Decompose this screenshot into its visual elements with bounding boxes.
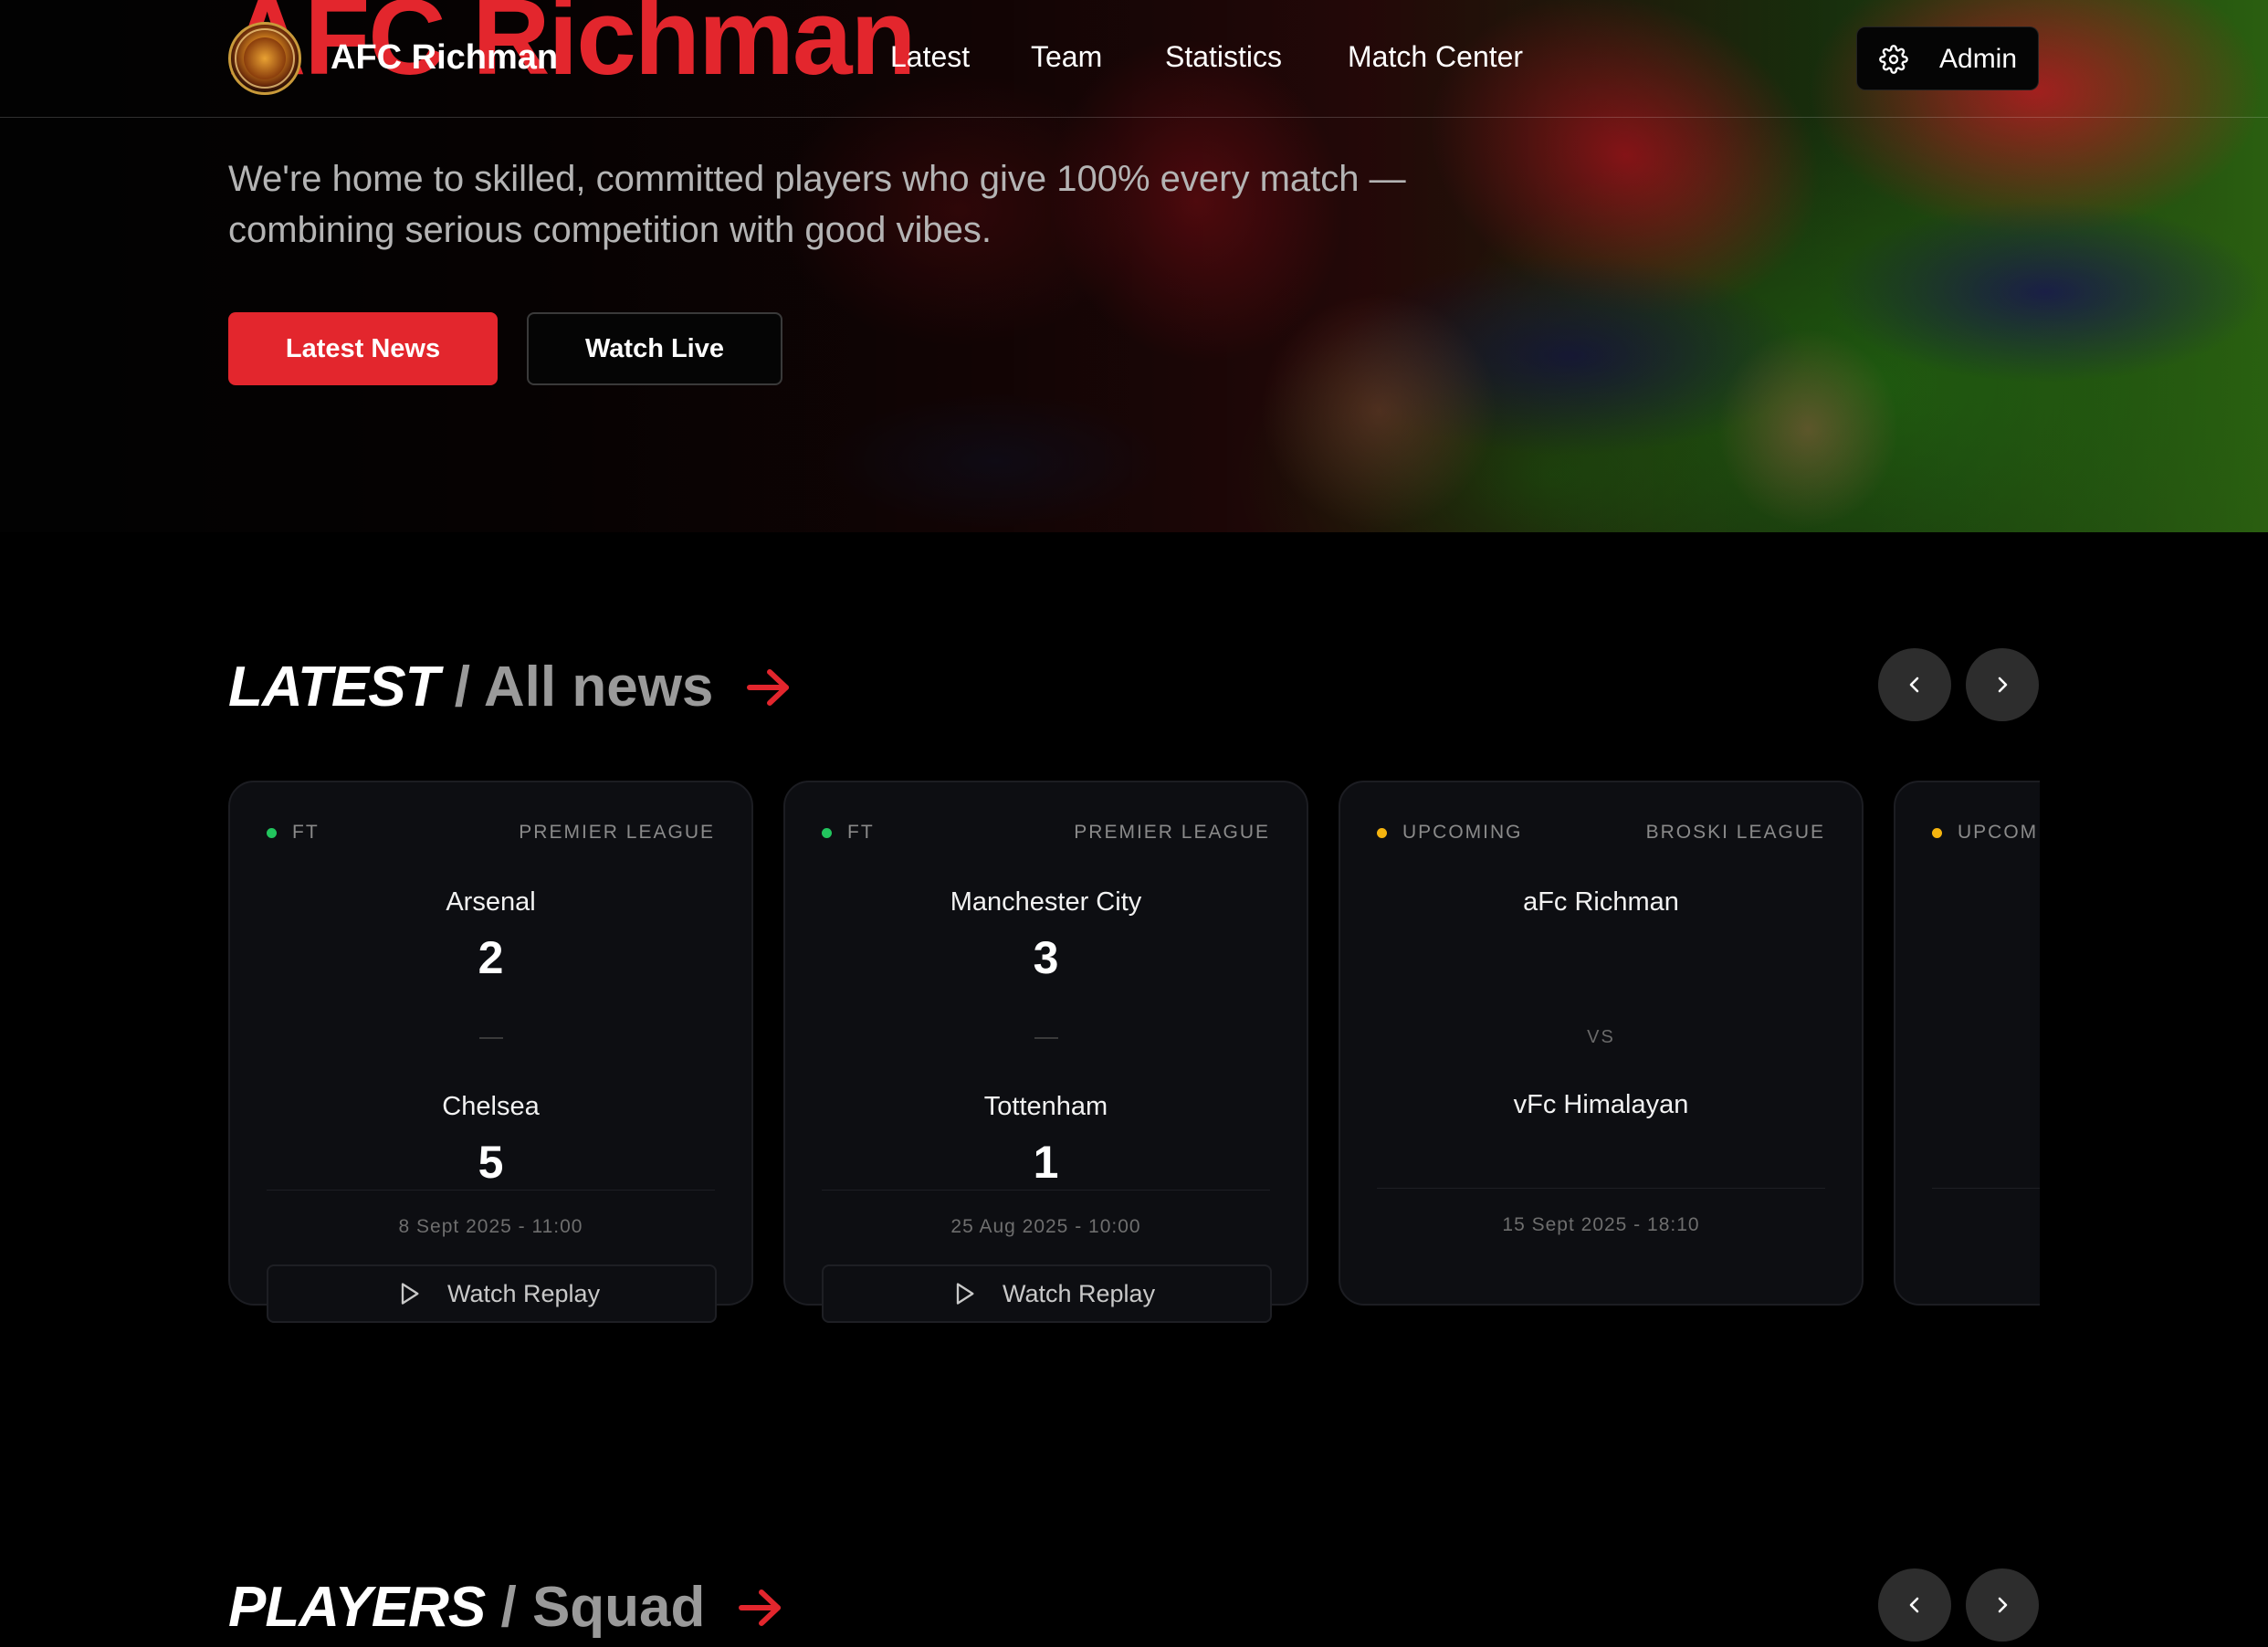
players-heading: PLAYERS / Squad — [228, 1579, 783, 1636]
latest-news-button[interactable]: Latest News — [228, 312, 498, 385]
status-dot — [1377, 828, 1387, 838]
latest-heading: LATEST / All news — [228, 659, 792, 716]
hero-subtitle: We're home to skilled, committed players… — [228, 159, 1406, 250]
match-status: UPCOMING — [1402, 822, 1523, 843]
match-status: FT — [847, 822, 875, 843]
home-score: 2 — [478, 932, 504, 983]
home-team: aFc Richman — [1523, 887, 1679, 917]
home-team: Arsenal — [446, 887, 536, 917]
match-card[interactable]: FT PREMIER LEAGUE Arsenal 2 Chelsea 5 8 … — [228, 781, 753, 1323]
play-icon — [401, 1283, 419, 1305]
versus-label: VS — [1587, 1027, 1615, 1047]
chevron-right-icon — [1998, 1597, 2008, 1613]
gear-icon — [1879, 45, 1908, 74]
status-dot — [1932, 828, 1942, 838]
away-score: 5 — [478, 1137, 504, 1188]
watch-live-button[interactable]: Watch Live — [527, 312, 782, 385]
away-team: vFc Himalayan — [1513, 1090, 1689, 1119]
match-date: 15 Sept 2025 - 18:10 — [1502, 1214, 1700, 1235]
nav-link-latest[interactable]: Latest — [890, 40, 970, 74]
latest-prev-button[interactable] — [1878, 648, 1951, 721]
players-title: PLAYERS — [228, 1576, 486, 1639]
chevron-left-icon — [1909, 677, 1919, 693]
nav-link-match-center[interactable]: Match Center — [1348, 40, 1523, 74]
latest-title: LATEST — [228, 656, 439, 719]
status-dot — [822, 828, 832, 838]
players-next-button[interactable] — [1966, 1568, 2039, 1642]
latest-next-button[interactable] — [1966, 648, 2039, 721]
match-date: 8 Sept 2025 - 11:00 — [398, 1216, 583, 1237]
admin-button[interactable]: Admin — [1856, 26, 2039, 90]
match-card[interactable]: UPCOMING BROSKI LEAGUE aFc Richman VS vF… — [1339, 781, 1864, 1306]
away-team: Chelsea — [442, 1092, 540, 1121]
navbar: AFC Richman Latest Team Statistics Match… — [0, 0, 2268, 118]
watch-replay-button[interactable]: Watch Replay — [822, 1264, 1272, 1323]
arrow-right-icon[interactable] — [746, 667, 792, 708]
score-divider — [1034, 1037, 1058, 1039]
match-carousel[interactable]: FT PREMIER LEAGUE Arsenal 2 Chelsea 5 8 … — [228, 781, 2040, 1328]
match-league: BROSKI LEAGUE — [1645, 822, 1825, 843]
all-news-link[interactable]: All news — [484, 656, 714, 719]
away-score: 1 — [1033, 1137, 1059, 1188]
watch-replay-label: Watch Replay — [447, 1280, 601, 1307]
players-prev-button[interactable] — [1878, 1568, 1951, 1642]
chevron-left-icon — [1909, 1597, 1919, 1613]
home-team: Manchester City — [950, 887, 1142, 917]
page: AFC Richman AFC Richman Latest Team Stat… — [0, 0, 2268, 1647]
home-score: 3 — [1033, 932, 1059, 983]
away-team: Tottenham — [983, 1092, 1108, 1121]
match-status: UPCOMING — [1958, 822, 2040, 843]
match-card[interactable]: FT PREMIER LEAGUE Manchester City 3 Tott… — [783, 781, 1308, 1323]
play-icon — [956, 1283, 974, 1305]
squad-link[interactable]: Squad — [532, 1576, 705, 1639]
match-card[interactable]: UPCOMING — [1894, 781, 2040, 1306]
match-status: FT — [292, 822, 320, 843]
admin-label: Admin — [1939, 44, 2018, 74]
latest-separator: / — [454, 656, 470, 719]
score-divider — [478, 1037, 503, 1039]
status-dot — [267, 828, 277, 838]
watch-replay-label: Watch Replay — [1003, 1280, 1156, 1307]
nav-link-team[interactable]: Team — [1031, 40, 1102, 74]
club-crest-logo[interactable] — [228, 22, 301, 95]
brand-name[interactable]: AFC Richman — [331, 38, 558, 78]
match-date: 25 Aug 2025 - 10:00 — [950, 1216, 1141, 1237]
arrow-right-icon[interactable] — [738, 1588, 783, 1628]
match-league: PREMIER LEAGUE — [1074, 822, 1270, 843]
match-league: PREMIER LEAGUE — [519, 822, 715, 843]
watch-replay-button[interactable]: Watch Replay — [267, 1264, 717, 1323]
chevron-right-icon — [1998, 677, 2008, 693]
nav-link-statistics[interactable]: Statistics — [1165, 40, 1282, 74]
players-separator: / — [500, 1576, 517, 1639]
